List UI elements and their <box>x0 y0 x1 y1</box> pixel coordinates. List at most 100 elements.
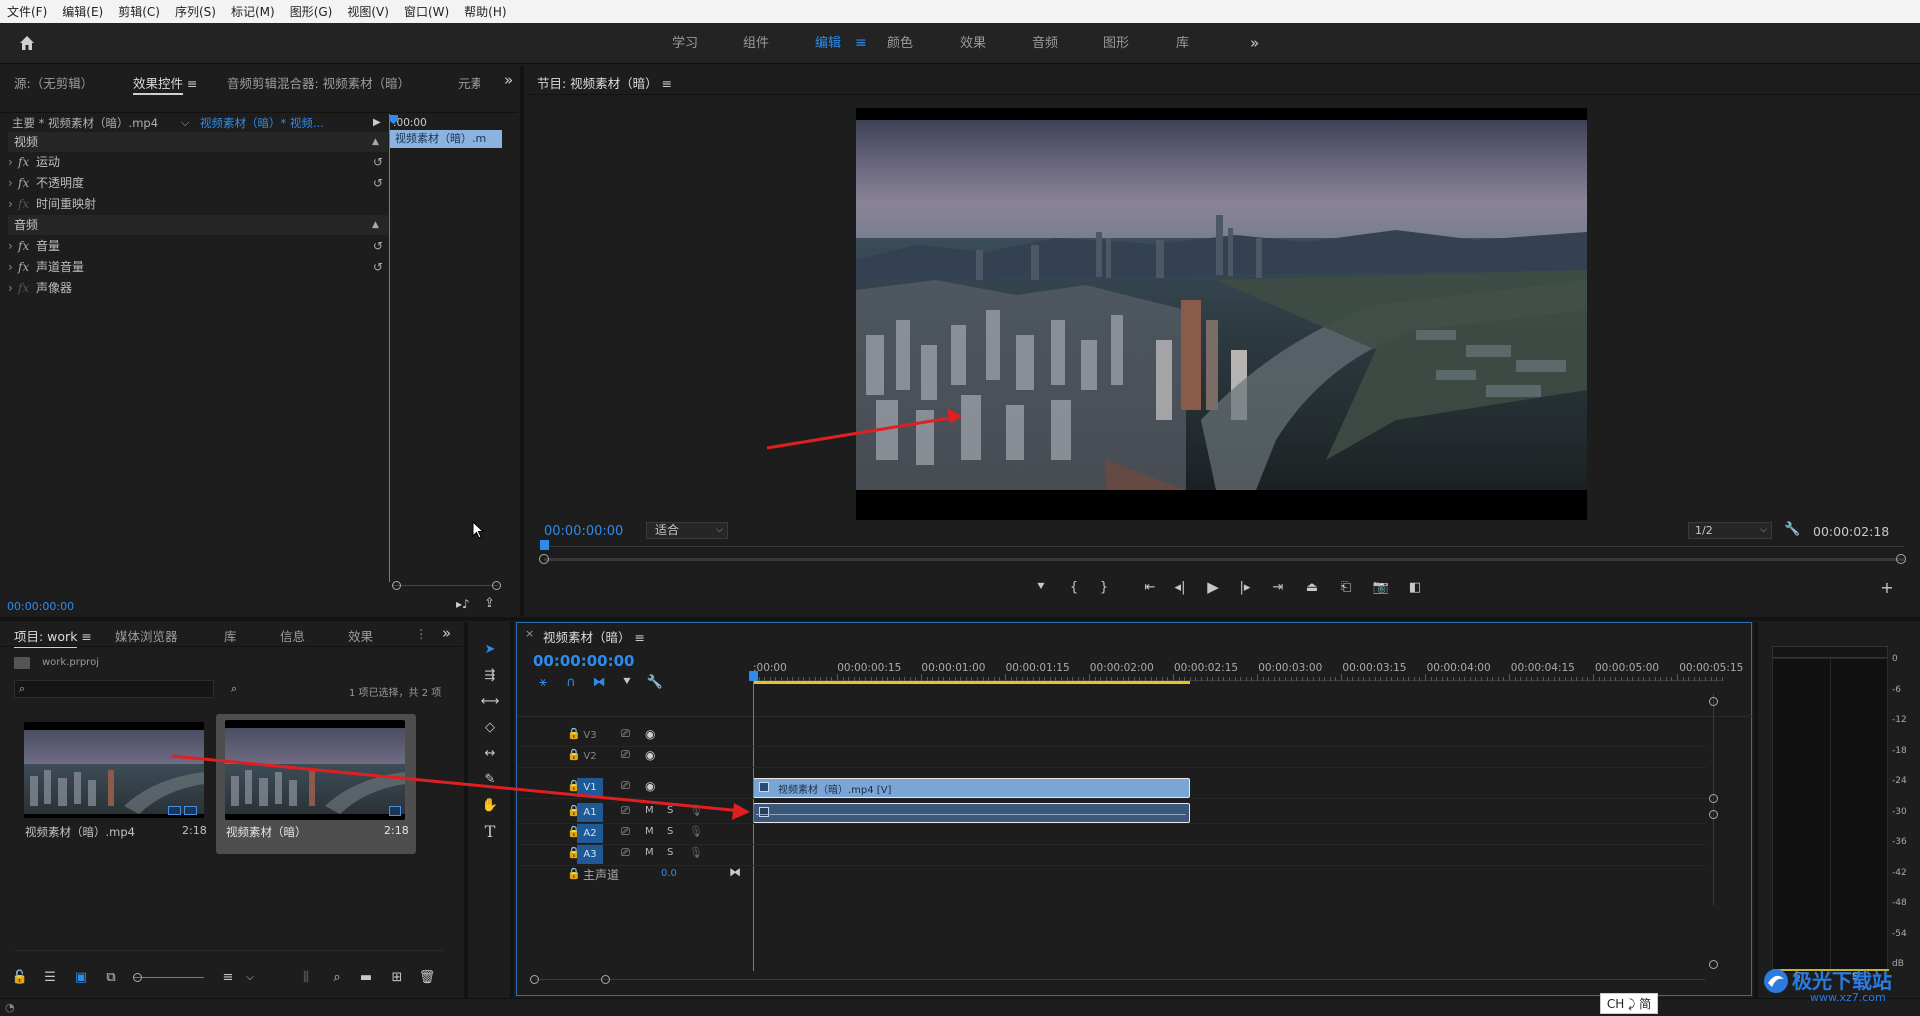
work-area-bar[interactable] <box>753 681 1190 684</box>
automate-icon[interactable]: ⫼ <box>298 969 314 985</box>
workspace-editing[interactable]: 编辑 <box>815 23 841 64</box>
wrench-icon[interactable]: 🔧 <box>647 674 663 690</box>
find-icon[interactable]: ⌕ <box>329 969 345 985</box>
effect-row-motion[interactable]: › fx 运动 ↺ <box>8 152 388 172</box>
hand-tool-icon[interactable]: ✋ <box>481 796 499 814</box>
sync-lock-icon[interactable]: ⎚ <box>621 748 630 762</box>
workspace-libraries[interactable]: 库 <box>1176 23 1189 64</box>
overflow-chevron-icon[interactable]: » <box>1250 23 1259 64</box>
zoom-handle-left[interactable] <box>392 581 401 590</box>
list-view-icon[interactable]: ☰ <box>42 969 58 985</box>
effect-controls-timecode[interactable]: 00:00:00:00 <box>7 600 74 613</box>
slip-tool-icon[interactable]: ↔ <box>481 744 499 762</box>
tab-libraries[interactable]: 库 <box>224 626 237 645</box>
menu-graphics[interactable]: 图形(G) <box>290 3 333 20</box>
panel-menu-icon[interactable]: ≡ <box>635 630 645 645</box>
effect-row-opacity[interactable]: › fx 不透明度 ↺ <box>8 173 388 193</box>
comparison-view-icon[interactable]: ◧ <box>1405 578 1425 596</box>
close-icon[interactable]: × <box>525 627 534 640</box>
overflow-chevron-icon[interactable]: » <box>442 624 451 642</box>
scroll-handle[interactable] <box>1709 697 1718 706</box>
program-timecode[interactable]: 00:00:00:00 <box>544 524 623 539</box>
menu-sequence[interactable]: 序列(S) <box>175 3 216 20</box>
sync-lock-icon[interactable]: ⎚ <box>621 727 630 741</box>
fit-dropdown[interactable]: 适合 ⌵ <box>646 522 728 539</box>
project-item-selected[interactable]: 视频素材（暗） 2:18 <box>216 714 416 854</box>
new-bin-icon[interactable]: ▬ <box>358 969 374 985</box>
master-track-toggle-icon[interactable]: ⧓ <box>729 865 741 879</box>
tab-info[interactable]: 信息 <box>280 626 305 645</box>
track-target-button[interactable]: A3 <box>577 845 603 864</box>
overflow-chevron-icon[interactable]: » <box>504 71 513 89</box>
chevron-down-icon[interactable]: ⌵ <box>181 112 189 134</box>
home-icon[interactable] <box>18 34 36 52</box>
mute-button[interactable]: M <box>645 847 654 858</box>
master-volume-value[interactable]: 0.0 <box>661 868 677 879</box>
zoom-handle-right[interactable] <box>1896 554 1906 564</box>
video-clip[interactable]: 视频素材（暗）.mp4 [V] <box>753 778 1190 798</box>
tab-effects[interactable]: 效果 <box>348 626 373 645</box>
camera-icon[interactable]: 📷 <box>1371 578 1391 596</box>
workspace-effects[interactable]: 效果 <box>960 23 986 64</box>
more-icon[interactable]: ⋮ <box>415 626 428 641</box>
effect-row-volume[interactable]: › fx 音量 ↺ <box>8 236 388 256</box>
panel-menu-icon[interactable]: ≡ <box>187 76 197 91</box>
workspace-graphics[interactable]: 图形 <box>1103 23 1129 64</box>
workspace-assembly[interactable]: 组件 <box>743 23 769 64</box>
resolution-dropdown[interactable]: 1/2 ⌵ <box>1688 522 1772 539</box>
panel-divider[interactable] <box>0 617 1920 621</box>
tab-elements[interactable]: 元素 <box>458 73 480 92</box>
menu-window[interactable]: 窗口(W) <box>404 3 449 20</box>
trash-icon[interactable]: 🗑 <box>419 969 436 985</box>
playhead-handle[interactable] <box>540 540 549 550</box>
collapse-up-icon[interactable]: ▲ <box>372 132 379 152</box>
razor-tool-icon[interactable]: ◇ <box>481 718 499 736</box>
track-target-button[interactable]: V1 <box>577 778 603 797</box>
panel-divider[interactable] <box>520 66 524 616</box>
add-marker-icon[interactable]: ⯆ <box>1032 578 1050 596</box>
chevron-down-icon[interactable]: ⌵ <box>244 969 256 985</box>
scroll-handle[interactable] <box>1709 960 1718 969</box>
pen-tool-icon[interactable]: ✎ <box>481 770 499 788</box>
icon-view-icon[interactable]: ▣ <box>73 969 89 985</box>
sync-lock-icon[interactable]: ⎚ <box>621 779 630 793</box>
reset-icon[interactable]: ↺ <box>373 152 383 172</box>
effect-row-channel-volume[interactable]: › fx 声道音量 ↺ <box>8 257 388 277</box>
solo-button[interactable]: S <box>667 826 673 837</box>
add-button-icon[interactable]: + <box>1878 578 1896 597</box>
step-back-icon[interactable]: ◂| <box>1171 578 1189 596</box>
wrench-icon[interactable]: 🔧 <box>1784 522 1800 537</box>
sync-lock-icon[interactable]: ⎚ <box>621 804 630 818</box>
effect-row-panner[interactable]: › fx 声像器 <box>8 278 388 298</box>
eye-icon[interactable]: ◉ <box>645 748 655 762</box>
type-tool-icon[interactable]: T <box>481 822 499 841</box>
filter-audio-icon[interactable]: ▸♪ <box>456 597 470 611</box>
linked-selection-icon[interactable]: ⧓ <box>591 674 607 690</box>
menu-file[interactable]: 文件(F) <box>7 3 47 20</box>
zoom-handle-left[interactable] <box>539 554 549 564</box>
scroll-handle[interactable] <box>1709 810 1718 819</box>
mark-in-icon[interactable]: { <box>1065 578 1083 596</box>
project-item[interactable]: 视频素材（暗）.mp4 2:18 <box>18 718 208 839</box>
microphone-icon[interactable]: 🎙 <box>689 804 703 817</box>
tab-audio-clip-mixer[interactable]: 音频剪辑混合器: 视频素材（暗） <box>227 73 410 92</box>
track-target-button[interactable]: V2 <box>577 747 603 766</box>
ime-indicator[interactable]: CH ⤸ 简 <box>1600 993 1658 1014</box>
nest-toggle-icon[interactable]: ⚹ <box>535 674 551 690</box>
new-item-icon[interactable]: ⊞ <box>389 969 405 985</box>
mark-out-icon[interactable]: } <box>1095 578 1113 596</box>
eye-icon[interactable]: ◉ <box>645 779 655 793</box>
freeform-view-icon[interactable]: ⧉ <box>102 969 120 985</box>
clip-bar[interactable]: 视频素材（暗）.m <box>390 130 502 148</box>
search-input[interactable]: ⌕ <box>14 680 214 698</box>
eye-icon[interactable]: ◉ <box>645 727 655 741</box>
scroll-handle[interactable] <box>1709 794 1718 803</box>
workspace-audio[interactable]: 音频 <box>1032 23 1058 64</box>
track-target-button[interactable]: A2 <box>577 824 603 843</box>
reset-icon[interactable]: ↺ <box>373 257 383 277</box>
sync-lock-icon[interactable]: ⎚ <box>621 825 630 839</box>
play-triangle-icon[interactable]: ▶ <box>373 112 381 134</box>
zoom-handle-left[interactable] <box>530 975 539 984</box>
time-ruler[interactable]: :00:00 00:00:00:15 00:00:01:00 00:00:01:15 0… <box>753 656 1743 686</box>
menu-view[interactable]: 视图(V) <box>347 3 389 20</box>
